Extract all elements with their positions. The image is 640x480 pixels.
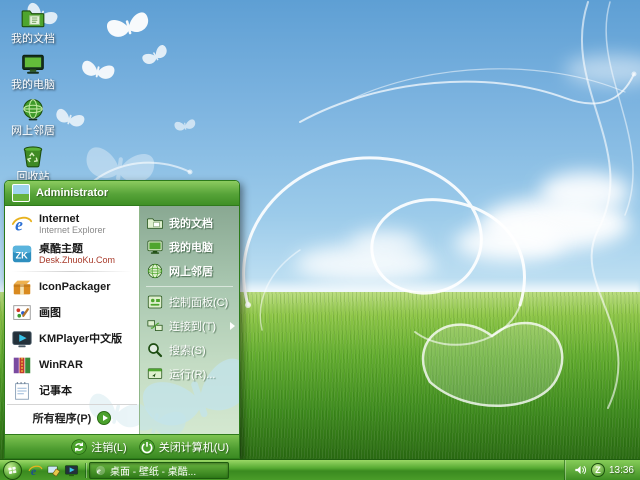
item-label: 搜索(S) bbox=[169, 342, 206, 358]
kmplayer-icon bbox=[11, 328, 33, 350]
desktop-icon-network-places[interactable]: 网上邻居 bbox=[2, 96, 64, 138]
item-title: 桌酷主题 bbox=[39, 243, 115, 256]
item-label: 我的电脑 bbox=[169, 239, 213, 255]
svg-text:e: e bbox=[97, 465, 101, 475]
item-subtitle: Desk.ZhuoKu.Com bbox=[39, 255, 115, 265]
item-title: Internet bbox=[39, 213, 106, 226]
item-title: 记事本 bbox=[39, 385, 72, 398]
start-menu-right-panel: 我的文档 我的电脑 网上邻居 bbox=[139, 206, 239, 434]
taskbar-clock[interactable]: 13:36 bbox=[609, 465, 634, 476]
paint-icon bbox=[11, 302, 33, 324]
windows-flag-icon bbox=[6, 464, 19, 477]
run-icon bbox=[146, 365, 164, 383]
taskbar-window-button[interactable]: e 桌面 - 壁纸 - 桌酷... bbox=[89, 462, 229, 479]
start-menu-item-my-documents[interactable]: 我的文档 bbox=[140, 211, 239, 235]
item-label: 网上邻居 bbox=[169, 263, 213, 279]
item-label: 我的文档 bbox=[169, 215, 213, 231]
item-subtitle: Internet Explorer bbox=[39, 225, 106, 235]
power-icon bbox=[139, 439, 155, 455]
all-programs-arrow-icon bbox=[97, 411, 111, 425]
connect-to-icon bbox=[146, 317, 164, 335]
log-off-button[interactable]: 注销(L) bbox=[71, 439, 126, 455]
taskbar-divider bbox=[85, 463, 86, 478]
desktop-icon-label: 我的电脑 bbox=[11, 79, 55, 91]
item-title: WinRAR bbox=[39, 359, 83, 372]
log-off-label: 注销(L) bbox=[91, 439, 126, 455]
network-places-icon bbox=[146, 262, 164, 280]
all-programs-button[interactable]: 所有程序(P) bbox=[7, 404, 137, 431]
control-panel-icon bbox=[146, 293, 164, 311]
log-off-icon bbox=[71, 439, 87, 455]
internet-explorer-quicklaunch-icon[interactable]: e bbox=[28, 463, 43, 478]
start-menu-header: Administrator bbox=[5, 181, 239, 206]
start-menu-item-network-places[interactable]: 网上邻居 bbox=[140, 259, 239, 283]
start-menu: Administrator e Internet Internet Explor… bbox=[4, 180, 240, 459]
start-menu-item-winrar[interactable]: WinRAR bbox=[7, 352, 137, 378]
desktop-icon-label: 网上邻居 bbox=[11, 125, 55, 137]
start-menu-item-iconpackager[interactable]: IconPackager bbox=[7, 274, 137, 300]
search-icon bbox=[146, 341, 164, 359]
desktop: 我的文档 我的电脑 网上邻居 回收站 Administrator bbox=[0, 0, 640, 480]
browser-window-icon: e bbox=[95, 465, 106, 476]
start-menu-item-zhuoku-theme[interactable]: ZK 桌酷主题 Desk.ZhuoKu.Com bbox=[7, 239, 137, 269]
user-avatar bbox=[12, 184, 30, 202]
shut-down-button[interactable]: 关闭计算机(U) bbox=[139, 439, 229, 455]
start-menu-footer: 注销(L) 关闭计算机(U) bbox=[5, 434, 239, 458]
start-menu-item-control-panel[interactable]: 控制面板(C) bbox=[140, 290, 239, 314]
quick-launch-bar: e bbox=[25, 463, 82, 478]
show-desktop-icon[interactable] bbox=[46, 463, 61, 478]
my-computer-icon bbox=[20, 51, 46, 77]
start-menu-item-kmplayer[interactable]: KMPlayer中文版 bbox=[7, 326, 137, 352]
item-label: 运行(R)... bbox=[169, 366, 215, 382]
item-title: KMPlayer中文版 bbox=[39, 333, 122, 346]
volume-icon[interactable] bbox=[573, 463, 587, 477]
media-player-quicklaunch-icon[interactable] bbox=[64, 463, 79, 478]
start-menu-item-internet[interactable]: e Internet Internet Explorer bbox=[7, 209, 137, 239]
internet-explorer-icon: e bbox=[11, 213, 33, 235]
all-programs-label: 所有程序(P) bbox=[33, 410, 92, 426]
zhuoku-tray-icon[interactable]: Z bbox=[591, 463, 605, 477]
start-menu-item-paint[interactable]: 画图 bbox=[7, 300, 137, 326]
item-title: 画图 bbox=[39, 307, 61, 320]
network-places-icon bbox=[20, 97, 46, 123]
item-title: IconPackager bbox=[39, 281, 111, 294]
submenu-arrow-icon bbox=[230, 322, 235, 330]
separator bbox=[146, 286, 233, 287]
winrar-icon bbox=[11, 354, 33, 376]
start-menu-item-run[interactable]: 运行(R)... bbox=[140, 362, 239, 386]
start-button[interactable] bbox=[3, 461, 22, 480]
item-label: 连接到(T) bbox=[169, 318, 216, 334]
iconpackager-icon bbox=[11, 276, 33, 298]
shut-down-label: 关闭计算机(U) bbox=[159, 439, 229, 455]
zhuoku-icon: ZK bbox=[11, 243, 33, 265]
start-menu-left-panel: e Internet Internet Explorer ZK 桌酷主题 Des… bbox=[5, 206, 139, 434]
desktop-icon-column: 我的文档 我的电脑 网上邻居 回收站 bbox=[2, 4, 64, 184]
notepad-icon bbox=[11, 380, 33, 402]
item-label: 控制面板(C) bbox=[169, 294, 228, 310]
separator bbox=[12, 271, 132, 272]
start-menu-item-connect-to[interactable]: 连接到(T) bbox=[140, 314, 239, 338]
my-documents-icon bbox=[146, 214, 164, 232]
start-menu-item-my-computer[interactable]: 我的电脑 bbox=[140, 235, 239, 259]
taskbar: e e 桌面 - 壁纸 - 桌酷... Z 13:36 bbox=[0, 459, 640, 480]
my-documents-icon bbox=[20, 5, 46, 31]
cloud bbox=[565, 55, 640, 85]
desktop-icon-label: 我的文档 bbox=[11, 33, 55, 45]
start-menu-item-notepad[interactable]: 记事本 bbox=[7, 378, 137, 404]
cloud bbox=[455, 225, 565, 261]
svg-text:ZK: ZK bbox=[16, 251, 29, 261]
my-computer-icon bbox=[146, 238, 164, 256]
desktop-icon-my-documents[interactable]: 我的文档 bbox=[2, 4, 64, 46]
start-menu-item-search[interactable]: 搜索(S) bbox=[140, 338, 239, 362]
user-name: Administrator bbox=[36, 187, 108, 199]
system-tray: Z 13:36 bbox=[564, 460, 640, 480]
desktop-icon-my-computer[interactable]: 我的电脑 bbox=[2, 50, 64, 92]
cloud bbox=[350, 230, 420, 256]
start-menu-body: e Internet Internet Explorer ZK 桌酷主题 Des… bbox=[5, 206, 239, 434]
recycle-bin-icon bbox=[20, 143, 46, 169]
desktop-icon-recycle-bin[interactable]: 回收站 bbox=[2, 142, 64, 184]
taskbar-window-title: 桌面 - 壁纸 - 桌酷... bbox=[110, 463, 196, 478]
cloud bbox=[540, 172, 630, 212]
